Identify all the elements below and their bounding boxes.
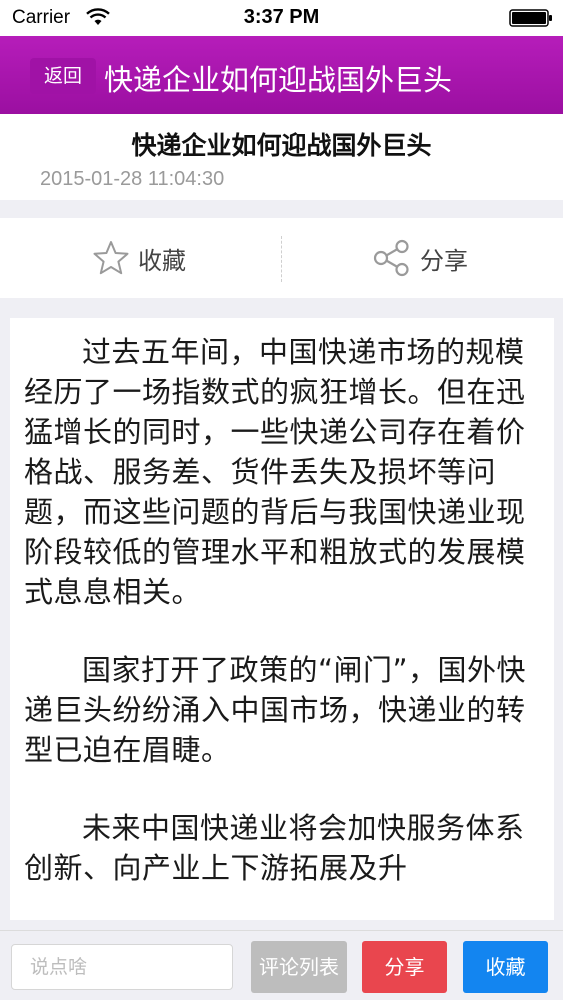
status-bar: Carrier 3:37 PM xyxy=(0,0,563,36)
share-action-label: 分享 xyxy=(420,246,468,275)
share-button[interactable]: 分享 xyxy=(362,941,447,993)
article-paragraph-1: 过去五年间，中国快递市场的规模经历了一场指数式的疯狂增长。但在迅猛增长的同时，一… xyxy=(24,335,526,609)
nav-bar: 返回 快递企业如何迎战国外巨头 xyxy=(0,36,563,114)
share-action[interactable]: 分享 xyxy=(372,218,468,298)
status-time: 3:37 PM xyxy=(243,6,320,28)
favorite-action-label: 收藏 xyxy=(138,246,186,275)
action-divider xyxy=(281,236,282,282)
comment-input[interactable] xyxy=(11,944,233,990)
star-outline-icon xyxy=(93,241,129,275)
article-paragraph-2: 国家打开了政策的“闸门”，国外快递巨头纷纷涌入中国市场，快递业的转型已迫在眉睫。 xyxy=(24,653,527,767)
favorite-action[interactable]: 收藏 xyxy=(92,218,186,298)
article-content[interactable]: 过去五年间，中国快递市场的规模经历了一场指数式的疯狂增长。但在迅猛增长的同时，一… xyxy=(10,318,554,920)
nav-title: 快递企业如何迎战国外巨头 xyxy=(104,63,453,97)
back-button[interactable]: 返回 xyxy=(30,58,96,94)
article-header: 快递企业如何迎战国外巨头 2015-01-28 11:04:30 xyxy=(0,114,563,200)
bottom-bar: 评论列表 分享 收藏 xyxy=(0,930,563,1000)
article-paragraph-3: 未来中国快递业将会加快服务体系创新、向产业上下游拓展及升 xyxy=(24,811,525,885)
share-icon xyxy=(373,239,409,277)
action-bar: 收藏 分享 xyxy=(0,218,563,298)
favorite-button[interactable]: 收藏 xyxy=(463,941,548,993)
comment-list-button[interactable]: 评论列表 xyxy=(251,941,347,993)
battery-icon xyxy=(509,9,552,27)
article-date: 2015-01-28 11:04:30 xyxy=(40,168,225,190)
article-title: 快递企业如何迎战国外巨头 xyxy=(131,131,432,160)
